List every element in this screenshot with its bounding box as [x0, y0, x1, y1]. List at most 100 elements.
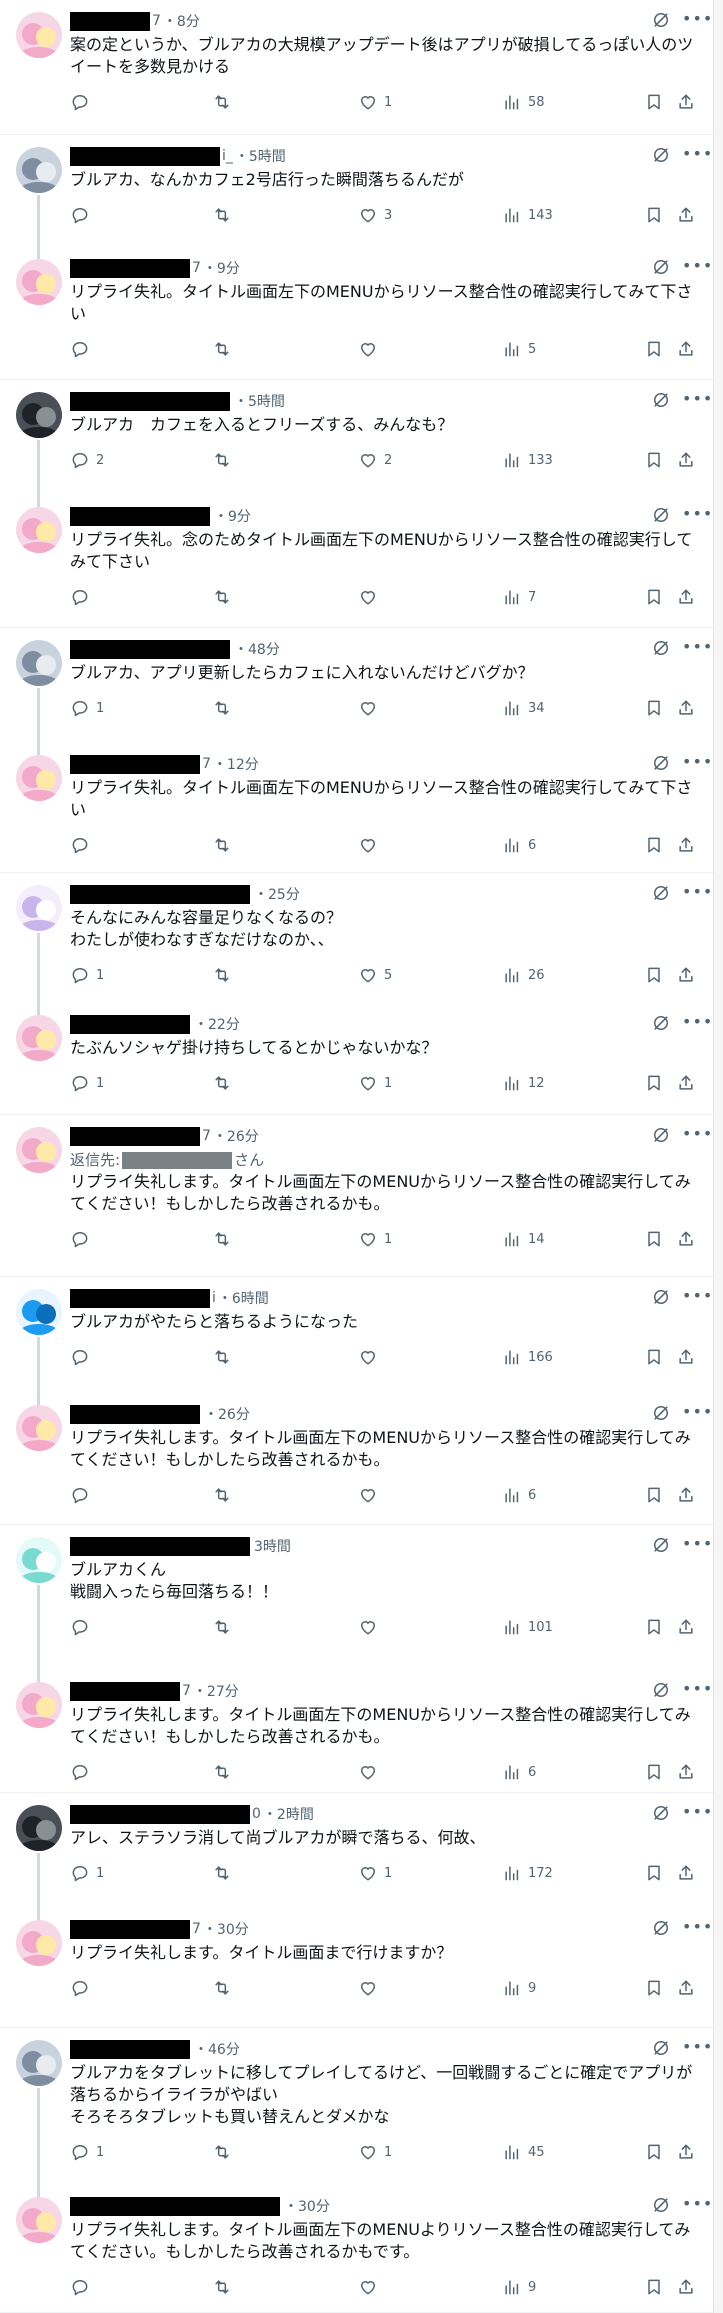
views-button[interactable]: 45: [502, 2140, 545, 2164]
avatar[interactable]: [16, 507, 62, 553]
grok-icon[interactable]: [651, 1535, 671, 1555]
share-button[interactable]: [676, 1976, 696, 2000]
grok-icon[interactable]: [651, 1918, 671, 1938]
redacted-author-name[interactable]: [70, 639, 230, 659]
reply-button[interactable]: [70, 1345, 96, 1369]
reply-button[interactable]: [70, 337, 96, 361]
redacted-author-name[interactable]: [70, 258, 190, 278]
more-options-icon[interactable]: •••: [682, 145, 712, 165]
avatar[interactable]: [16, 755, 62, 801]
timestamp[interactable]: ・6時間: [218, 1288, 269, 1308]
timestamp[interactable]: ・26分: [204, 1404, 250, 1424]
share-button[interactable]: [676, 337, 696, 361]
avatar[interactable]: [16, 1127, 62, 1173]
retweet-button[interactable]: [212, 1071, 238, 1095]
timestamp[interactable]: ・5時間: [235, 146, 286, 166]
retweet-button[interactable]: [212, 337, 238, 361]
bookmark-button[interactable]: [644, 90, 664, 114]
avatar[interactable]: [16, 2197, 62, 2243]
like-button[interactable]: 1: [358, 90, 392, 114]
author-handle-fragment[interactable]: 0: [252, 1806, 261, 1822]
share-button[interactable]: [676, 833, 696, 857]
grok-icon[interactable]: [651, 2038, 671, 2058]
like-button[interactable]: [358, 585, 384, 609]
share-button[interactable]: [676, 448, 696, 472]
avatar[interactable]: [16, 1537, 62, 1583]
views-button[interactable]: 9: [502, 1976, 536, 2000]
redacted-author-name[interactable]: [70, 506, 210, 526]
redacted-author-name[interactable]: [70, 1919, 190, 1939]
bookmark-button[interactable]: [644, 696, 664, 720]
reply-button[interactable]: 1: [70, 2140, 104, 2164]
reply-button[interactable]: 1: [70, 963, 104, 987]
grok-icon[interactable]: [651, 883, 671, 903]
grok-icon[interactable]: [651, 1403, 671, 1423]
more-options-icon[interactable]: •••: [682, 505, 712, 525]
avatar[interactable]: [16, 1805, 62, 1851]
views-button[interactable]: 7: [502, 585, 536, 609]
bookmark-button[interactable]: [644, 963, 664, 987]
bookmark-button[interactable]: [644, 1483, 664, 1507]
share-button[interactable]: [676, 1227, 696, 1251]
tweet[interactable]: 7 ・12分 ••• リプライ失礼。タイトル画面左下のMENUからリソース整合性の確認…: [0, 743, 713, 873]
more-options-icon[interactable]: •••: [682, 257, 712, 277]
share-button[interactable]: [676, 90, 696, 114]
like-button[interactable]: 5: [358, 963, 392, 987]
tweet[interactable]: ・26分 ••• リプライ失礼します。タイトル画面左下のMENUからリソース整合性の…: [0, 1393, 713, 1525]
avatar[interactable]: [16, 2040, 62, 2086]
retweet-button[interactable]: [212, 963, 238, 987]
share-button[interactable]: [676, 1345, 696, 1369]
like-button[interactable]: 1: [358, 1861, 392, 1885]
reply-button[interactable]: [70, 1227, 96, 1251]
bookmark-button[interactable]: [644, 2275, 664, 2299]
grok-icon[interactable]: [651, 390, 671, 410]
redacted-author-name[interactable]: [70, 2196, 280, 2216]
share-button[interactable]: [676, 1071, 696, 1095]
more-options-icon[interactable]: •••: [682, 753, 712, 773]
more-options-icon[interactable]: •••: [682, 10, 712, 30]
redacted-author-name[interactable]: [70, 1288, 210, 1308]
like-button[interactable]: [358, 337, 384, 361]
reply-button[interactable]: [70, 585, 96, 609]
avatar[interactable]: [16, 259, 62, 305]
grok-icon[interactable]: [651, 638, 671, 658]
like-button[interactable]: 2: [358, 448, 392, 472]
author-handle-fragment[interactable]: 7: [152, 13, 161, 29]
bookmark-button[interactable]: [644, 203, 664, 227]
avatar[interactable]: [16, 1015, 62, 1061]
grok-icon[interactable]: [651, 1013, 671, 1033]
avatar[interactable]: [16, 1289, 62, 1335]
like-button[interactable]: [358, 1760, 384, 1784]
bookmark-button[interactable]: [644, 1345, 664, 1369]
like-button[interactable]: [358, 833, 384, 857]
views-button[interactable]: 34: [502, 696, 545, 720]
retweet-button[interactable]: [212, 90, 238, 114]
bookmark-button[interactable]: [644, 1071, 664, 1095]
reply-button[interactable]: 2: [70, 448, 104, 472]
timestamp[interactable]: ・25分: [254, 884, 300, 904]
like-button[interactable]: [358, 1615, 384, 1639]
timestamp[interactable]: ・2時間: [263, 1804, 314, 1824]
reply-button[interactable]: [70, 90, 96, 114]
author-handle-fragment[interactable]: 7: [192, 1921, 201, 1937]
more-options-icon[interactable]: •••: [682, 1125, 712, 1145]
tweet[interactable]: 3時間 ••• ブルアカくん 戦闘入ったら毎回落ちる！！ 101: [0, 1525, 713, 1670]
more-options-icon[interactable]: •••: [682, 2038, 712, 2058]
views-button[interactable]: 14: [502, 1227, 545, 1251]
bookmark-button[interactable]: [644, 448, 664, 472]
timestamp[interactable]: ・5時間: [234, 391, 285, 411]
reply-button[interactable]: [70, 2275, 96, 2299]
retweet-button[interactable]: [212, 1760, 238, 1784]
share-button[interactable]: [676, 696, 696, 720]
views-button[interactable]: 6: [502, 833, 536, 857]
retweet-button[interactable]: [212, 203, 238, 227]
more-options-icon[interactable]: •••: [682, 1535, 712, 1555]
redacted-author-name[interactable]: [70, 2039, 190, 2059]
avatar[interactable]: [16, 885, 62, 931]
more-options-icon[interactable]: •••: [682, 390, 712, 410]
bookmark-button[interactable]: [644, 1760, 664, 1784]
bookmark-button[interactable]: [644, 1976, 664, 2000]
bookmark-button[interactable]: [644, 2140, 664, 2164]
redacted-author-name[interactable]: [70, 1536, 250, 1556]
bookmark-button[interactable]: [644, 337, 664, 361]
